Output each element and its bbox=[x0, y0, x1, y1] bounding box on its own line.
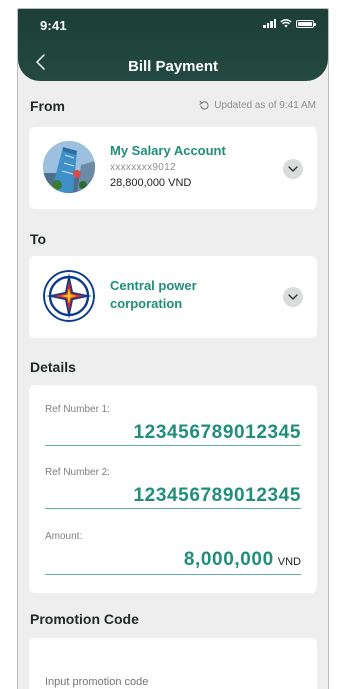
to-label: To bbox=[30, 231, 47, 247]
account-dropdown-chevron-icon[interactable] bbox=[283, 159, 303, 179]
details-card: Ref Number 1: 123456789012345 Ref Number… bbox=[29, 385, 317, 593]
from-label: From bbox=[30, 98, 65, 114]
status-icons bbox=[263, 19, 316, 28]
evn-logo-icon bbox=[43, 270, 95, 322]
details-label: Details bbox=[30, 359, 76, 375]
payee-dropdown-chevron-icon[interactable] bbox=[283, 287, 303, 307]
payee-card[interactable]: Central power corporation bbox=[29, 256, 317, 338]
status-time: 9:41 bbox=[40, 18, 67, 33]
amount-label: Amount: bbox=[45, 531, 83, 542]
ref1-underline bbox=[45, 445, 301, 446]
refresh-icon bbox=[199, 100, 209, 110]
amount-unit: VND bbox=[277, 556, 301, 568]
battery-icon bbox=[296, 19, 316, 28]
payee-name-line2: corporation bbox=[110, 296, 183, 311]
amount-input[interactable]: 8,000,000 VND bbox=[184, 549, 301, 571]
promotion-card bbox=[29, 638, 317, 689]
account-name: My Salary Account bbox=[110, 143, 226, 158]
ref2-underline bbox=[45, 508, 301, 509]
phone-screen: 9:41 Bill Payment From Updated as of 9:4… bbox=[17, 8, 329, 689]
from-account-card[interactable]: My Salary Account xxxxxxxx9012 28,800,00… bbox=[29, 127, 317, 209]
amount-value: 8,000,000 bbox=[183, 549, 274, 570]
page-title: Bill Payment bbox=[127, 58, 219, 75]
payee-name: Central power corporation bbox=[110, 277, 197, 313]
amount-underline bbox=[45, 574, 301, 575]
app-header: 9:41 Bill Payment bbox=[18, 9, 328, 81]
ref2-input[interactable]: 123456789012345 bbox=[133, 485, 301, 507]
account-balance: 28,800,000 VND bbox=[110, 177, 192, 189]
account-avatar bbox=[43, 141, 95, 193]
updated-text: Updated as of 9:41 AM bbox=[214, 100, 316, 111]
ref1-label: Ref Number 1: bbox=[45, 404, 111, 415]
wifi-icon bbox=[280, 19, 292, 28]
ref2-label: Ref Number 2: bbox=[45, 467, 111, 478]
updated-indicator[interactable]: Updated as of 9:41 AM bbox=[199, 100, 316, 111]
signal-icon bbox=[263, 19, 276, 28]
account-number: xxxxxxxx9012 bbox=[110, 162, 176, 173]
promotion-code-input[interactable] bbox=[45, 676, 285, 688]
payee-name-line1: Central power bbox=[110, 278, 197, 293]
promotion-label: Promotion Code bbox=[30, 611, 139, 627]
ref1-input[interactable]: 123456789012345 bbox=[133, 422, 301, 444]
